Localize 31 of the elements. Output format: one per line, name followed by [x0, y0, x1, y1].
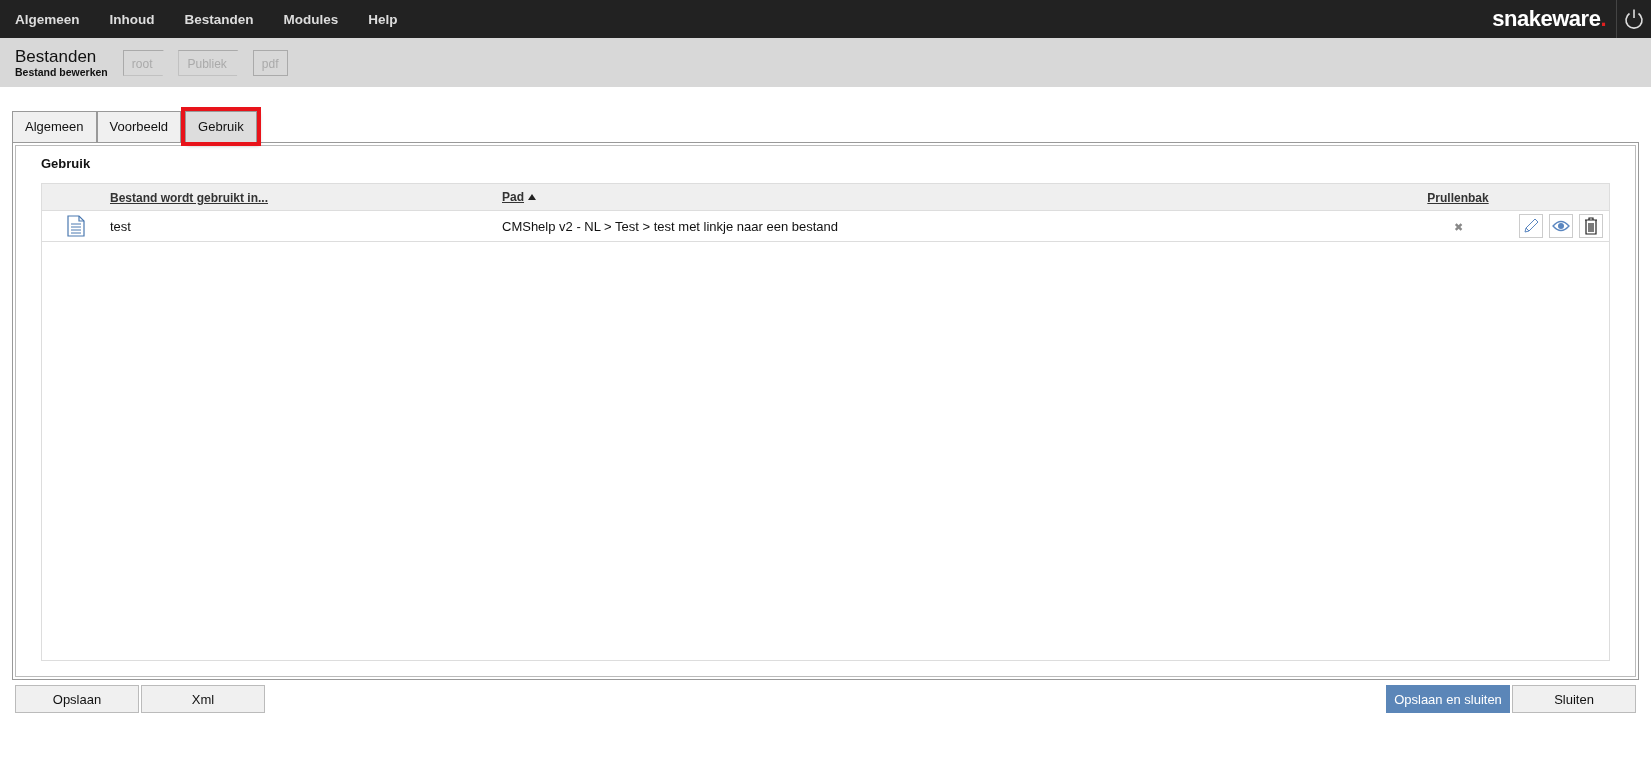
sort-ascending-icon [528, 194, 536, 200]
section-title: Gebruik [41, 156, 92, 171]
trash-icon [1584, 217, 1598, 235]
column-header[interactable]: Bestand wordt gebruikt in... [110, 190, 268, 205]
footer-button[interactable]: Opslaan en sluiten [1386, 685, 1510, 713]
page-subtitle: Bestand bewerken [15, 65, 108, 78]
edit-button[interactable] [1519, 214, 1543, 238]
eye-icon [1552, 220, 1570, 232]
tab[interactable]: Algemeen [12, 111, 97, 142]
power-icon [1623, 8, 1645, 30]
menu-item[interactable]: Modules [283, 11, 339, 27]
footer-button[interactable]: Opslaan [15, 685, 139, 713]
menu-item[interactable]: Help [368, 11, 398, 27]
document-icon [67, 215, 85, 237]
table-cell: CMShelp v2 - NL > Test > test met linkje naar een bestand [502, 218, 838, 234]
table-cell: ✖ [1453, 220, 1463, 233]
tab[interactable]: Gebruik [185, 111, 257, 142]
footer-button[interactable]: Sluiten [1512, 685, 1636, 713]
pencil-icon [1523, 218, 1539, 234]
column-header[interactable]: Pad [502, 190, 536, 204]
table-cell: test [110, 218, 131, 234]
menu-item[interactable]: Inhoud [109, 11, 155, 27]
tab[interactable]: Voorbeeld [96, 111, 182, 142]
view-button[interactable] [1549, 214, 1573, 238]
menu-item[interactable]: Bestanden [184, 11, 254, 27]
menu-item[interactable]: Algemeen [15, 11, 80, 27]
footer-button[interactable]: Xml [141, 685, 265, 713]
page-title: Bestanden [15, 47, 98, 66]
logo: snakeware. [1492, 6, 1606, 32]
delete-button[interactable] [1579, 214, 1603, 238]
column-header[interactable]: Prullenbak [1427, 190, 1489, 205]
